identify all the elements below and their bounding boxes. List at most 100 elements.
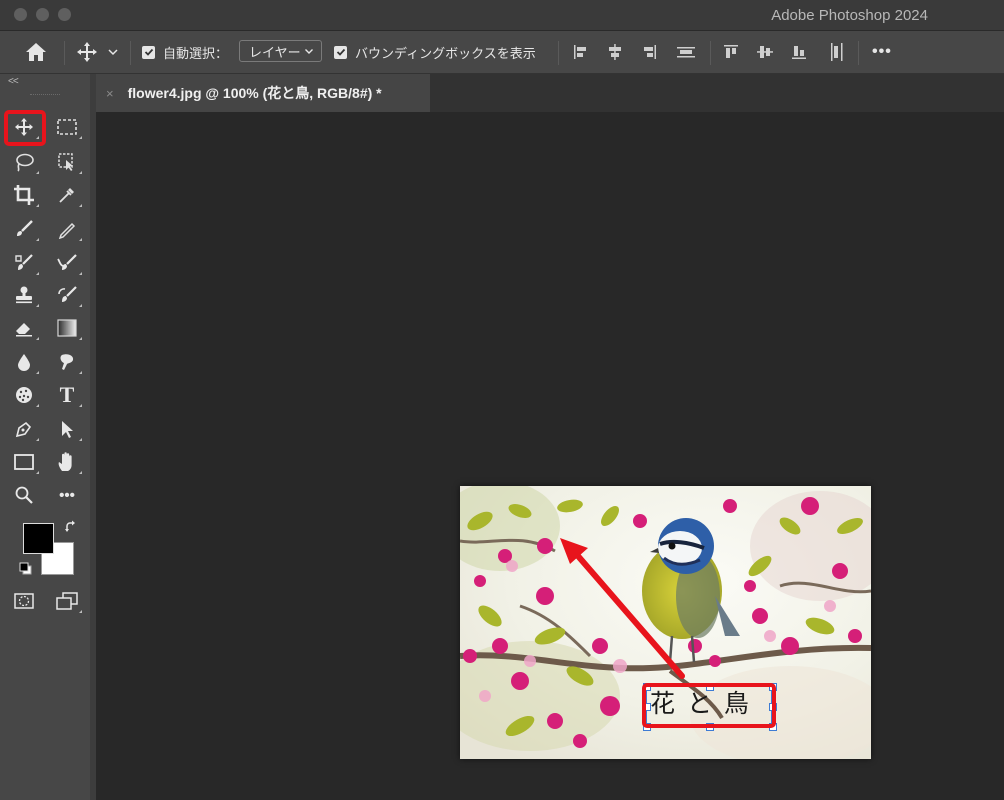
document-canvas[interactable]: 花 と 鳥	[460, 486, 871, 759]
document-tab-title: flower4.jpg @ 100% (花と鳥, RGB/8#) *	[127, 85, 382, 101]
hand-tool[interactable]	[52, 449, 82, 475]
align-bottom-icon	[792, 46, 806, 59]
stamp-icon	[16, 286, 32, 304]
minimize-window-button[interactable]	[36, 8, 49, 21]
crop-icon	[14, 185, 34, 205]
rectangle-icon	[14, 454, 34, 470]
eraser-tool[interactable]	[9, 315, 39, 341]
clone-stamp-brush-tool[interactable]	[9, 250, 39, 276]
options-bar: 自動選択： レイヤー バウンディングボックスを表示 •••	[0, 31, 1004, 74]
gradient-tool[interactable]	[52, 315, 82, 341]
path-selection-tool[interactable]	[52, 416, 82, 442]
screen-mode-button[interactable]	[52, 588, 82, 614]
align-top-icon	[724, 45, 738, 58]
align-top-edges-button[interactable]	[722, 31, 740, 73]
crop-tool[interactable]	[9, 182, 39, 208]
more-options-button[interactable]: •••	[872, 31, 892, 73]
collapse-panel-button[interactable]: <<	[8, 76, 19, 87]
document-tab[interactable]: × flower4.jpg @ 100% (花と鳥, RGB/8#) *	[96, 74, 430, 112]
show-bounding-box-checkbox[interactable]: バウンディングボックスを表示	[334, 31, 536, 73]
align-horizontal-centers-button[interactable]	[606, 31, 624, 73]
swap-colors-button[interactable]	[64, 520, 78, 539]
gradient-icon	[57, 319, 77, 337]
pen-tool[interactable]	[9, 416, 39, 442]
dodge-sponge-tool[interactable]	[9, 382, 39, 408]
art-history-brush-icon	[58, 286, 77, 302]
history-brush-tool[interactable]	[52, 282, 82, 308]
panel-divider[interactable]	[90, 74, 96, 800]
align-vertical-center-icon	[757, 46, 773, 58]
quick-mask-icon	[14, 593, 34, 609]
align-left-edges-button[interactable]	[572, 31, 590, 73]
blur-tool[interactable]	[9, 349, 39, 375]
smudge-tool[interactable]	[52, 349, 82, 375]
title-bar: Adobe Photoshop 2024	[0, 0, 1004, 31]
screen-mode-icon	[56, 592, 78, 610]
pen-icon	[15, 421, 32, 438]
auto-select-label: 自動選択：	[163, 45, 229, 61]
home-button[interactable]	[24, 31, 48, 73]
auto-select-checkbox[interactable]: 自動選択：	[142, 31, 228, 73]
move-icon	[77, 42, 97, 62]
bounding-box-label: バウンディングボックスを表示	[355, 45, 536, 61]
rectangle-tool[interactable]	[9, 449, 39, 475]
divider	[858, 41, 859, 65]
drop-icon	[18, 354, 30, 371]
home-icon	[26, 43, 46, 61]
zoom-window-button[interactable]	[58, 8, 71, 21]
window-title: Adobe Photoshop 2024	[771, 7, 928, 24]
tools-panel: << T •••	[0, 74, 91, 800]
panel-grip[interactable]	[30, 94, 60, 97]
magnifier-icon	[15, 486, 33, 504]
lasso-icon	[16, 153, 34, 172]
object-selection-tool[interactable]	[52, 149, 82, 175]
default-colors-button[interactable]	[19, 562, 33, 581]
align-right-edges-button[interactable]	[640, 31, 658, 73]
chevron-down-icon	[108, 49, 118, 56]
edit-toolbar-button[interactable]: •••	[52, 482, 82, 508]
default-colors-icon	[19, 562, 32, 575]
eraser-icon	[16, 323, 32, 337]
close-window-button[interactable]	[14, 8, 27, 21]
brush-icon	[17, 220, 33, 236]
text-layer-highlight	[642, 683, 776, 728]
type-icon: T	[59, 382, 75, 407]
distribute-horizontally-button[interactable]	[676, 31, 696, 73]
align-right-icon	[644, 45, 656, 59]
mixer-brush-tool[interactable]	[52, 250, 82, 276]
align-vertical-centers-button[interactable]	[756, 31, 774, 73]
history-brush-icon	[15, 254, 33, 270]
lasso-tool[interactable]	[9, 149, 39, 175]
pencil-tool[interactable]	[52, 216, 82, 242]
distribute-icon	[677, 47, 695, 58]
foreground-color-swatch[interactable]	[23, 523, 54, 554]
auto-select-target-dropdown[interactable]: レイヤー	[239, 40, 322, 62]
marquee-icon	[57, 119, 77, 135]
smudge-icon	[60, 354, 74, 370]
close-tab-icon[interactable]: ×	[106, 86, 114, 101]
checkbox-checked-icon	[142, 45, 155, 59]
align-horizontal-center-icon	[609, 44, 621, 60]
divider	[130, 41, 131, 65]
zoom-tool[interactable]	[9, 482, 39, 508]
quick-mask-button[interactable]	[9, 588, 39, 614]
arrow-cursor-icon	[62, 421, 73, 438]
brush-tool[interactable]	[9, 216, 39, 242]
divider	[64, 41, 65, 65]
distribute-vertical-icon	[831, 43, 843, 61]
chevron-down-icon	[305, 49, 313, 54]
tool-preset-picker[interactable]	[76, 31, 120, 73]
eyedropper-icon	[59, 188, 74, 203]
rectangular-marquee-tool[interactable]	[52, 114, 82, 140]
align-left-icon	[574, 45, 586, 59]
divider	[558, 41, 559, 65]
align-bottom-edges-button[interactable]	[790, 31, 808, 73]
type-tool[interactable]: T	[52, 382, 82, 408]
checkbox-checked-icon	[334, 45, 347, 59]
clone-stamp-tool[interactable]	[9, 282, 39, 308]
divider	[710, 41, 711, 65]
eyedropper-tool[interactable]	[52, 182, 82, 208]
object-selection-icon	[58, 153, 73, 171]
distribute-vertically-button[interactable]	[828, 31, 846, 73]
auto-select-target-value: レイヤー	[249, 44, 301, 60]
